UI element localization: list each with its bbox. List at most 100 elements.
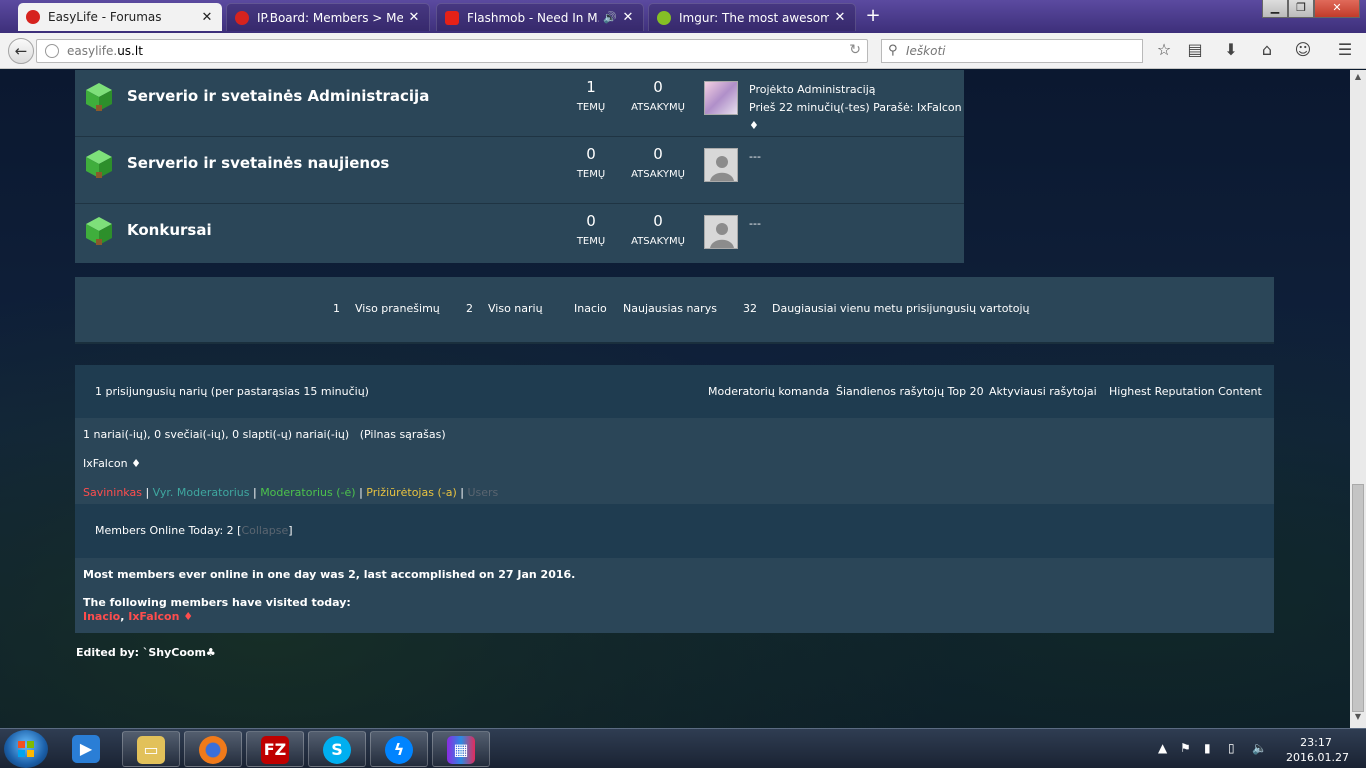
close-window-button[interactable]: ✕	[1314, 0, 1360, 18]
green-cube-icon	[86, 217, 112, 245]
visited-members-list: Inacio, IxFalcon ♦	[83, 610, 194, 623]
reload-icon[interactable]: ↻	[849, 42, 861, 58]
last-post: Projėkto Administraciją Prieš 22 minučių…	[749, 81, 964, 135]
scroll-up-icon[interactable]: ▲	[1350, 72, 1366, 86]
home-icon[interactable]: ⌂	[1257, 40, 1277, 60]
forum-title-link[interactable]: Serverio ir svetainės naujienos	[127, 154, 389, 172]
online-user-link[interactable]: IxFalcon ♦	[83, 457, 141, 470]
tab-easylife-forumas[interactable]: EasyLife - Forumas ✕	[18, 3, 222, 31]
max-online-label: Daugiausiai vienu metu prisijungusių var…	[772, 302, 1030, 315]
downloads-icon[interactable]: ⬇	[1221, 40, 1241, 60]
forum-title-link[interactable]: Serverio ir svetainės Administracija	[127, 87, 429, 105]
mushroom-favicon-icon	[235, 10, 249, 25]
volume-icon[interactable]: 🔈	[1252, 741, 1267, 755]
highest-reputation-link[interactable]: Highest Reputation Content	[1109, 385, 1262, 398]
show-hidden-icons-icon[interactable]: ▲	[1158, 741, 1167, 755]
moderator-team-link[interactable]: Moderatorių komanda	[708, 385, 829, 398]
scroll-down-icon[interactable]: ▼	[1350, 712, 1366, 726]
close-tab-icon[interactable]: ✕	[621, 10, 635, 25]
menu-hamburger-icon[interactable]: ☰	[1335, 40, 1355, 60]
search-box[interactable]: ⚲	[881, 39, 1143, 63]
youtube-favicon-icon	[445, 10, 459, 25]
record-online-text: Most members ever online in one day was …	[83, 568, 576, 581]
bookmark-star-icon[interactable]: ☆	[1154, 40, 1174, 60]
start-button[interactable]	[4, 730, 48, 768]
messenger-button[interactable]: ϟ	[370, 731, 428, 767]
search-input[interactable]	[906, 42, 1136, 60]
address-bar[interactable]: easylife.us.lt ↻	[36, 39, 868, 63]
forum-list: Serverio ir svetainės Administracija 1 TE…	[75, 70, 964, 263]
tab-ipboard-members[interactable]: IP.Board: Members > Mem... ✕	[226, 3, 430, 31]
minimize-window-button[interactable]: ▁	[1262, 0, 1288, 18]
filezilla-button[interactable]: FZ	[246, 731, 304, 767]
firefox-icon	[199, 736, 227, 764]
collapse-link[interactable]: Collapse	[241, 524, 288, 537]
messenger-icon: ϟ	[385, 736, 413, 764]
filezilla-icon: FZ	[261, 736, 289, 764]
edited-by-signature: Edited by: `ShyCoom♣	[76, 646, 216, 659]
scrollbar-thumb[interactable]	[1352, 484, 1364, 712]
visitor-link[interactable]: IxFalcon ♦	[128, 610, 193, 623]
green-cube-icon	[86, 83, 112, 111]
avatar[interactable]	[704, 81, 738, 115]
action-center-flag-icon[interactable]: ⚑	[1180, 741, 1191, 755]
avatar	[704, 215, 738, 249]
browser-title-bar: EasyLife - Forumas ✕ IP.Board: Members >…	[0, 0, 1366, 33]
web-page: Serverio ir svetainės Administracija 1 TE…	[0, 70, 1350, 728]
clock-time: 23:17	[1300, 736, 1332, 749]
forum-title-link[interactable]: Konkursai	[127, 221, 212, 239]
media-player-icon: ▶	[72, 735, 100, 763]
members-online-today-title: Members Online Today: 2 [Collapse]	[95, 524, 293, 537]
url-text: easylife.us.lt	[67, 44, 143, 58]
total-posts-value: 1	[333, 302, 340, 315]
close-tab-icon[interactable]: ✕	[407, 10, 421, 25]
system-clock[interactable]: 23:17 2016.01.27	[1286, 735, 1349, 765]
avatar	[704, 148, 738, 182]
winrar-icon: ▦	[447, 736, 475, 764]
full-list-link[interactable]: (Pilnas sąrašas)	[360, 428, 446, 441]
last-post-title: ---	[749, 150, 761, 163]
visitor-link[interactable]: Inacio	[83, 610, 120, 623]
replies-count: 0 ATSAKYMŲ	[631, 78, 685, 113]
skype-button[interactable]: S	[308, 731, 366, 767]
back-button[interactable]: ←	[8, 38, 34, 64]
tab-imgur[interactable]: Imgur: The most awesome... ✕	[648, 3, 856, 31]
tab-flashmob-youtube[interactable]: Flashmob - Need In M... 🔊 ✕	[436, 3, 644, 31]
speaker-audio-icon[interactable]: 🔊	[603, 11, 617, 24]
battery-icon[interactable]: ▯	[1228, 741, 1235, 755]
max-online-value: 32	[743, 302, 757, 315]
explorer-button[interactable]: ▭	[122, 731, 180, 767]
tab-title: Imgur: The most awesome...	[679, 10, 829, 25]
last-post-meta: Prieš 22 minučių(-tes) Parašė: IxFalcon …	[749, 101, 962, 132]
topics-count: 0 TEMŲ	[576, 212, 606, 247]
online-users-header: 1 prisijungusių narių (per pastarąsias 1…	[75, 365, 1274, 418]
reading-list-icon[interactable]: ▤	[1185, 40, 1205, 60]
top-posters-today-link[interactable]: Šiandienos rašytojų Top 20	[836, 385, 984, 398]
legend-users: Users	[467, 486, 499, 499]
visited-today-panel: Most members ever online in one day was …	[75, 558, 1274, 633]
maximize-window-button[interactable]: ❐	[1288, 0, 1314, 18]
windows-logo-icon	[18, 741, 34, 757]
last-post-title-link[interactable]: Projėkto Administraciją	[749, 81, 964, 99]
close-tab-icon[interactable]: ✕	[200, 10, 214, 25]
newest-member-link[interactable]: Inacio	[574, 302, 607, 315]
tab-title: Flashmob - Need In M...	[467, 10, 600, 25]
last-post: ---	[749, 148, 761, 166]
network-signal-icon[interactable]: ▮	[1204, 741, 1211, 755]
firefox-button[interactable]	[184, 731, 242, 767]
page-scrollbar[interactable]: ▲ ▼	[1350, 70, 1366, 728]
forum-row: Serverio ir svetainės Administracija 1 TE…	[75, 70, 964, 137]
new-tab-button[interactable]: +	[862, 6, 884, 26]
windows-taskbar: ▶ ▭ FZ S ϟ ▦ ▲ ⚑ ▮ ▯ 🔈 23:17 2016.01.27	[0, 728, 1366, 768]
smiley-icon[interactable]: ☺	[1293, 40, 1313, 60]
forum-row: Konkursai 0 TEMŲ 0 ATSAKYMŲ ---	[75, 204, 964, 271]
most-active-posters-link[interactable]: Aktyviausi rašytojai	[989, 385, 1097, 398]
folder-icon: ▭	[137, 736, 165, 764]
media-player-button[interactable]: ▶	[60, 731, 114, 767]
winrar-button[interactable]: ▦	[432, 731, 490, 767]
members-online-today-header: Members Online Today: 2 [Collapse]	[75, 504, 1274, 558]
board-statistics: 1 Viso pranešimų 2 Viso narių Inacio Nau…	[75, 277, 1274, 344]
newest-member-label: Naujausias narys	[623, 302, 717, 315]
close-tab-icon[interactable]: ✕	[833, 10, 847, 25]
total-members-label: Viso narių	[488, 302, 543, 315]
